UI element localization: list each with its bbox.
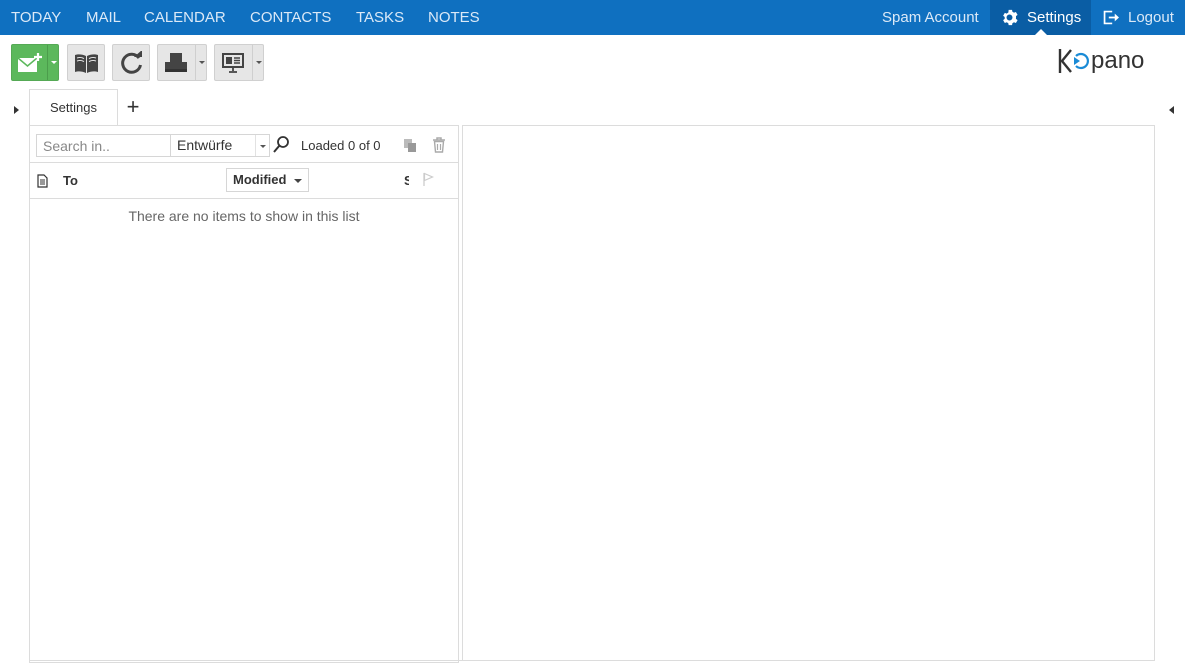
active-caret	[1035, 29, 1047, 35]
search-input[interactable]	[36, 134, 171, 157]
refresh-button[interactable]	[112, 44, 150, 81]
top-navigation-bar: TODAY MAIL CALENDAR CONTACTS TASKS NOTES…	[0, 0, 1185, 35]
collapse-right-panel-arrow[interactable]	[1169, 106, 1174, 114]
logout-label: Logout	[1128, 9, 1174, 26]
column-s[interactable]: S	[404, 163, 409, 198]
folder-select-value: Entwürfe	[177, 137, 233, 153]
nav-contacts[interactable]: CONTACTS	[250, 0, 331, 35]
nav-calendar[interactable]: CALENDAR	[144, 0, 226, 35]
view-layout-button[interactable]	[214, 44, 264, 81]
list-column-header: To Modified S	[30, 162, 458, 199]
loaded-count: Loaded 0 of 0	[301, 138, 381, 153]
print-dropdown[interactable]	[195, 45, 206, 80]
logout-button[interactable]: Logout	[1102, 0, 1182, 35]
logout-icon	[1103, 10, 1119, 25]
copy-icon[interactable]	[403, 138, 417, 153]
settings-button[interactable]: Settings	[990, 0, 1091, 35]
address-book-button[interactable]	[67, 44, 105, 81]
nav-tasks[interactable]: TASKS	[356, 0, 404, 35]
new-mail-icon	[17, 53, 42, 72]
nav-notes[interactable]: NOTES	[428, 0, 480, 35]
spam-account-link[interactable]: Spam Account	[882, 0, 979, 35]
chevron-down-icon	[255, 135, 269, 156]
column-to[interactable]: To	[63, 163, 78, 198]
view-layout-dropdown[interactable]	[252, 45, 263, 80]
new-mail-button[interactable]	[11, 44, 59, 81]
empty-list-message: There are no items to show in this list	[128, 208, 360, 224]
flag-icon[interactable]	[422, 172, 434, 186]
print-button[interactable]	[157, 44, 207, 81]
folder-select[interactable]: Entwürfe	[170, 134, 270, 157]
new-mail-dropdown[interactable]	[47, 45, 58, 80]
column-modified[interactable]: Modified	[226, 168, 309, 192]
trash-icon[interactable]	[432, 137, 446, 153]
message-list-panel: Entwürfe Loaded 0 of 0 To Modified S The…	[29, 125, 459, 663]
divider	[29, 660, 1155, 661]
expand-left-panel-arrow[interactable]	[14, 106, 19, 114]
search-icon[interactable]	[272, 135, 290, 155]
print-icon	[165, 53, 187, 72]
refresh-icon	[121, 51, 142, 74]
nav-today[interactable]: TODAY	[11, 0, 61, 35]
preview-panel	[462, 125, 1155, 661]
add-tab-button[interactable]: +	[123, 96, 143, 118]
tab-settings[interactable]: Settings	[29, 89, 118, 126]
nav-mail[interactable]: MAIL	[86, 0, 121, 35]
kopano-logo: pano	[1058, 47, 1144, 74]
document-icon[interactable]	[37, 174, 48, 188]
sort-descending-icon	[294, 179, 302, 183]
chevron-down-icon	[256, 61, 262, 64]
chevron-down-icon	[199, 61, 205, 64]
chevron-down-icon	[51, 61, 57, 64]
gear-icon	[1003, 9, 1018, 26]
svg-text:pano: pano	[1091, 47, 1144, 74]
address-book-icon	[75, 54, 98, 73]
view-layout-icon	[222, 53, 244, 73]
column-modified-label: Modified	[233, 172, 287, 187]
